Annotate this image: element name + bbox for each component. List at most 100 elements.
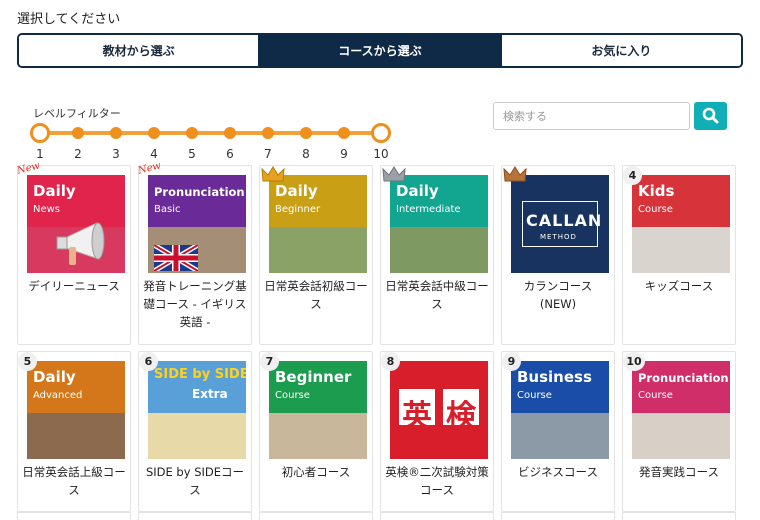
course-card-daily-advanced[interactable]: Daily Advanced 5 日常英会話上級コース <box>17 351 131 512</box>
course-thumbnail: Kids Course <box>632 175 730 273</box>
course-card-partial[interactable] <box>17 512 131 520</box>
thumbnail-subtitle: Beginner <box>275 204 321 215</box>
course-name: カランコース(NEW) <box>523 279 593 311</box>
course-card-pronunciation-basic[interactable]: Pronunciation Basic New 発音トレーニング基礎コース - … <box>137 160 252 345</box>
level-dot-8[interactable] <box>300 127 312 139</box>
level-tick: 9 <box>340 147 348 161</box>
thumbnail-title: Daily <box>396 182 439 200</box>
course-card-partial[interactable] <box>138 512 252 520</box>
level-dot-5[interactable] <box>186 127 198 139</box>
course-thumbnail: Business Course <box>511 361 609 459</box>
level-tick: 10 <box>373 147 389 161</box>
level-tick: 4 <box>150 147 158 161</box>
course-name: 日常英会話初級コース <box>264 279 368 311</box>
rank-badge: 5 <box>18 352 37 371</box>
course-card-callan[interactable]: CALLAN METHOD カランコース(NEW) <box>501 165 615 345</box>
course-card-partial[interactable] <box>622 512 736 520</box>
course-card-partial[interactable] <box>380 512 494 520</box>
thumbnail-subtitle: METHOD <box>540 233 577 241</box>
course-card-pronunciation-practice[interactable]: Pronunciation Course 10 発音実践コース <box>622 351 736 512</box>
level-slider-track <box>40 131 381 135</box>
course-name: 日常英会話上級コース <box>22 465 126 497</box>
level-tick: 3 <box>112 147 120 161</box>
thumbnail-subtitle: Course <box>638 204 673 215</box>
search-button[interactable] <box>694 102 727 130</box>
thumbnail-title: Daily <box>33 368 76 386</box>
level-dot-2[interactable] <box>72 127 84 139</box>
level-dot-3[interactable] <box>110 127 122 139</box>
course-card-daily-news[interactable]: Daily News New デイリーニュース <box>16 160 131 345</box>
course-thumbnail: SIDE by SIDE Extra <box>148 361 246 459</box>
uk-flag-icon <box>154 245 198 271</box>
rank-badge: 8 <box>381 352 400 371</box>
course-thumbnail: Pronunciation Basic <box>148 175 246 273</box>
tab-favorites[interactable]: お気に入り <box>499 35 741 66</box>
level-tick: 7 <box>264 147 272 161</box>
course-thumbnail: Pronunciation Course <box>632 361 730 459</box>
level-dot-4[interactable] <box>148 127 160 139</box>
thumbnail-subtitle: Basic <box>154 204 181 215</box>
course-thumbnail: CALLAN METHOD <box>511 175 609 273</box>
select-prompt: 選択してください <box>17 12 121 27</box>
course-thumbnail: Beginner Course <box>269 361 367 459</box>
thumbnail-subtitle: Advanced <box>33 390 83 401</box>
course-card-eiken[interactable]: 英検 8 英検®二次試験対策コース <box>380 351 494 512</box>
thumbnail-title: Pronunciation <box>154 185 245 199</box>
course-name: SIDE by SIDEコース <box>145 465 245 497</box>
thumbnail-subtitle: Course <box>517 390 552 401</box>
course-card-partial[interactable] <box>259 512 373 520</box>
thumbnail-subtitle: Intermediate <box>396 204 461 215</box>
thumbnail-subtitle: Course <box>275 390 310 401</box>
thumbnail-title: Daily <box>275 182 318 200</box>
course-tabs: 教材から選ぶ コースから選ぶ お気に入り <box>17 33 743 68</box>
course-card-business[interactable]: Business Course 9 ビジネスコース <box>501 351 615 512</box>
thumbnail-title: 英検 <box>402 399 488 434</box>
level-dot-6[interactable] <box>224 127 236 139</box>
level-max-handle[interactable] <box>371 123 391 143</box>
level-ticks: 1 2 3 4 5 6 7 8 9 10 <box>28 147 398 163</box>
level-dot-9[interactable] <box>338 127 350 139</box>
megaphone-icon <box>56 222 105 265</box>
level-slider[interactable] <box>28 122 398 144</box>
tab-by-course[interactable]: コースから選ぶ <box>258 35 500 66</box>
course-name: 英検®二次試験対策コース <box>385 465 489 497</box>
search-input[interactable] <box>493 102 690 130</box>
level-tick: 2 <box>74 147 82 161</box>
bronze-crown-icon <box>503 166 527 182</box>
thumbnail-subtitle: Extra <box>192 387 228 401</box>
course-thumbnail: Daily News <box>27 175 125 273</box>
course-card-daily-beginner[interactable]: Daily Beginner 日常英会話初級コース <box>259 165 373 345</box>
thumbnail-subtitle: News <box>33 204 61 215</box>
thumbnail-title: CALLAN <box>526 211 603 230</box>
course-card-side-by-side[interactable]: SIDE by SIDE Extra 6 SIDE by SIDEコース <box>138 351 252 512</box>
thumbnail-title: Pronunciation <box>638 371 729 385</box>
course-card-beginner[interactable]: Beginner Course 7 初心者コース <box>259 351 373 512</box>
rank-badge: 10 <box>623 352 645 371</box>
rank-badge: 4 <box>623 166 642 185</box>
silver-crown-icon <box>382 166 406 182</box>
course-thumbnail: 英検 <box>390 361 488 459</box>
level-tick: 6 <box>226 147 234 161</box>
course-thumbnail: Daily Beginner <box>269 175 367 273</box>
course-name: デイリーニュース <box>28 279 120 293</box>
course-name: 発音実践コース <box>639 465 719 479</box>
course-thumbnail: Daily Advanced <box>27 361 125 459</box>
tab-by-material[interactable]: 教材から選ぶ <box>19 35 259 66</box>
thumbnail-title: SIDE by SIDE <box>154 367 246 382</box>
level-dot-7[interactable] <box>262 127 274 139</box>
level-filter-title: レベルフィルター <box>33 107 121 120</box>
course-name: 初心者コース <box>281 465 351 479</box>
course-card-partial[interactable] <box>501 512 615 520</box>
next-row-cards <box>17 512 743 520</box>
thumbnail-title: Daily <box>33 182 76 200</box>
course-card-kids[interactable]: Kids Course 4 キッズコース <box>622 165 736 345</box>
level-min-handle[interactable] <box>30 123 50 143</box>
course-card-daily-intermediate[interactable]: Daily Intermediate 日常英会話中級コース <box>380 165 494 345</box>
thumbnail-title: Kids <box>638 182 675 200</box>
gold-crown-icon <box>261 166 285 182</box>
thumbnail-subtitle: Course <box>638 390 673 401</box>
thumbnail-title: Beginner <box>275 368 352 386</box>
course-name: 発音トレーニング基礎コース - イギリス英語 - <box>143 279 247 329</box>
course-name: 日常英会話中級コース <box>385 279 489 311</box>
rank-badge: 9 <box>502 352 521 371</box>
